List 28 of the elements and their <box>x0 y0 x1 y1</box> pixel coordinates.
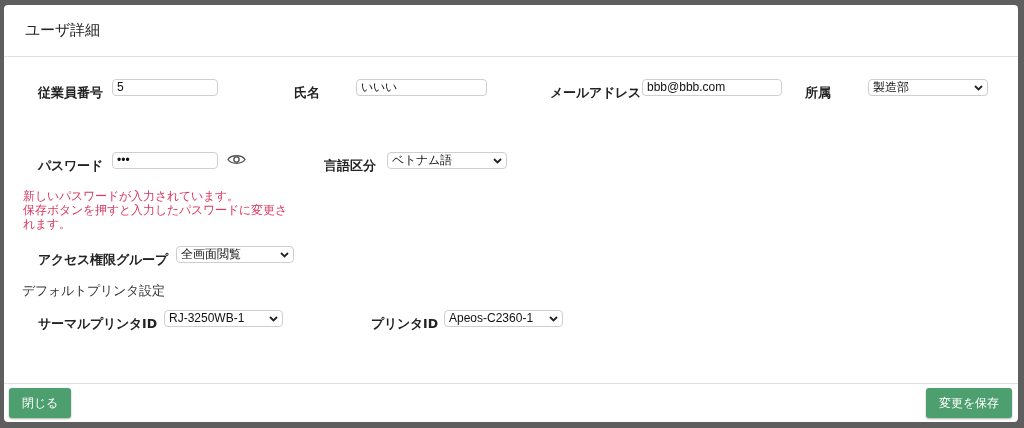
dropdown[interactable]: Apeos-C2360-1 <box>444 310 563 327</box>
field-label: プリンタID <box>371 315 440 333</box>
eye-icon[interactable] <box>227 153 246 166</box>
field-label: 言語区分 <box>324 157 377 175</box>
chevron-down-icon <box>280 251 289 258</box>
field-label: アクセス権限グループ <box>38 251 170 269</box>
chevron-down-icon <box>549 315 558 322</box>
text-field[interactable]: bbb@bbb.com <box>642 79 782 96</box>
field-label: パスワード <box>38 157 104 175</box>
dropdown[interactable]: 製造部 <box>868 79 988 96</box>
chevron-down-icon <box>974 84 983 91</box>
field-label: 従業員番号 <box>38 84 104 102</box>
section-heading: デフォルトプリンタ設定 <box>22 283 166 300</box>
dropdown[interactable]: 全画面閲覧 <box>176 246 294 263</box>
field-label: 所属 <box>805 84 832 102</box>
field-label: 氏名 <box>294 84 321 102</box>
chevron-down-icon <box>493 157 502 164</box>
field-label: サーマルプリンタID <box>38 315 159 333</box>
password-field[interactable]: ••• <box>112 152 218 169</box>
field-label: メールアドレス <box>550 84 642 102</box>
dropdown[interactable]: ベトナム語 <box>387 152 507 169</box>
dialog-title: ユーザ詳細 <box>25 21 100 40</box>
chevron-down-icon <box>269 315 278 322</box>
password-notice: 新しいパスワードが入力されています。 <box>23 189 240 203</box>
dropdown[interactable]: RJ-3250WB-1 <box>164 310 283 327</box>
password-notice: 保存ボタンを押すと入力したパスワードに変更されます。 <box>23 203 288 231</box>
text-field[interactable]: いいい <box>356 79 487 96</box>
text-field[interactable]: 5 <box>112 79 218 96</box>
